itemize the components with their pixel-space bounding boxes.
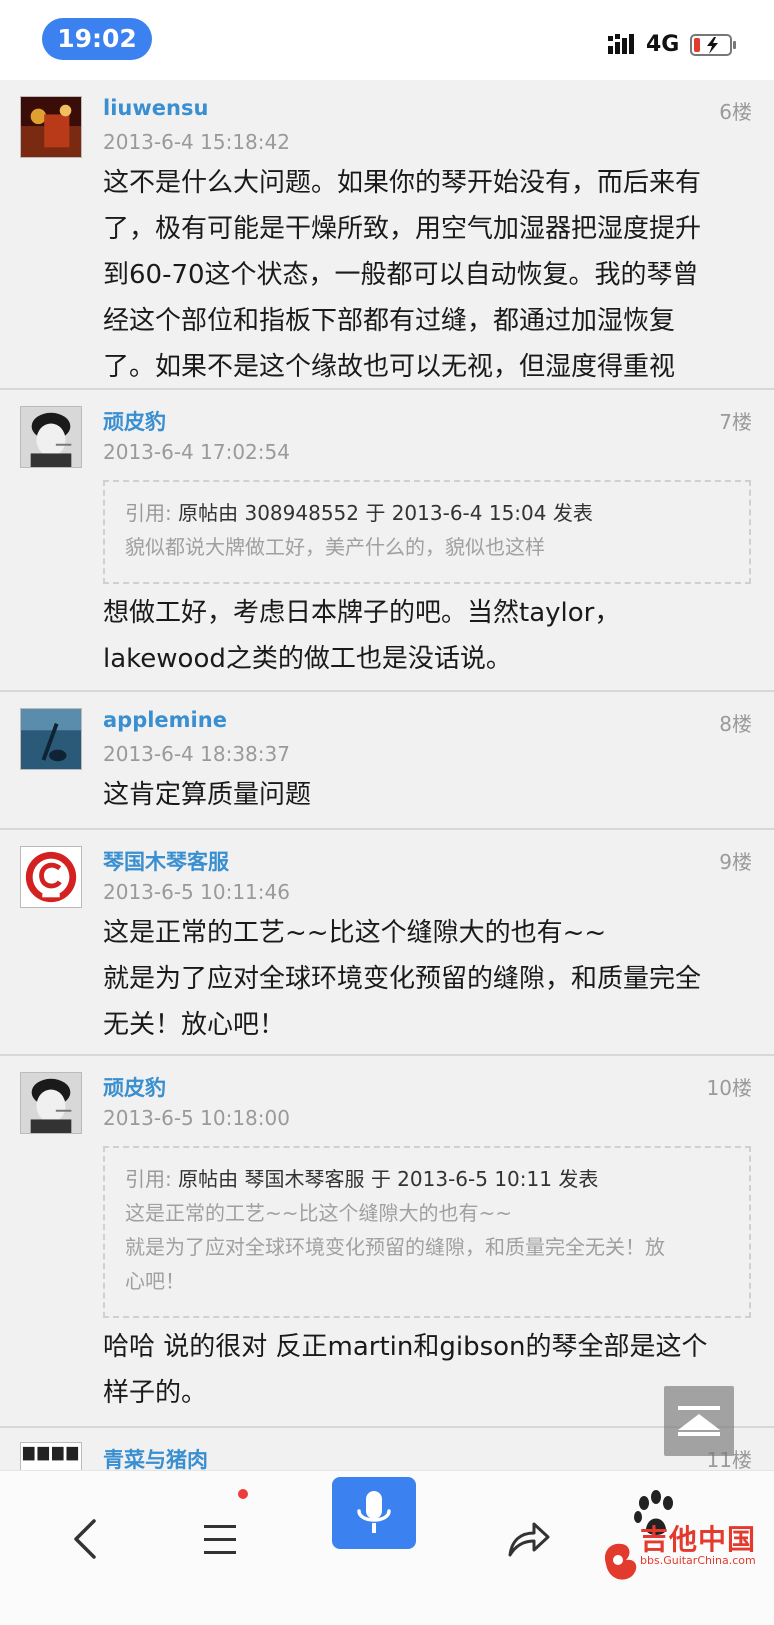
avatar[interactable] bbox=[20, 96, 82, 158]
signal-icon bbox=[608, 34, 634, 54]
quote-line: 这是正常的工艺~~比这个缝隙大的也有~~ bbox=[125, 1201, 513, 1225]
post-content: 这肯定算质量问题 bbox=[103, 772, 751, 818]
post-floor-9: 琴国木琴客服 9楼 2013-6-5 10:11:46 这是正常的工艺~~比这个… bbox=[0, 830, 774, 1056]
back-to-top-button[interactable] bbox=[664, 1386, 734, 1456]
back-arrow-icon bbox=[74, 1519, 96, 1559]
voice-input-button[interactable] bbox=[332, 1477, 416, 1549]
content-line: 这是正常的工艺~~比这个缝隙大的也有~~ bbox=[103, 918, 607, 948]
post-time: 2013-6-4 15:18:42 bbox=[103, 130, 290, 154]
content-line: 无关！放心吧！ bbox=[103, 1010, 286, 1040]
thread-list[interactable]: liuwensu 6楼 2013-6-4 15:18:42 这不是什么大问题。如… bbox=[0, 80, 774, 1520]
content-line: 这肯定算质量问题 bbox=[103, 780, 312, 810]
microphone-icon bbox=[357, 1491, 391, 1533]
quote-header: 原帖由 308948552 于 2013-6-4 15:04 发表 bbox=[178, 501, 593, 525]
content-line: 到60-70这个状态，一般都可以自动恢复。我的琴曾 bbox=[103, 260, 699, 290]
post-time: 2013-6-5 10:11:46 bbox=[103, 880, 290, 904]
post-content: 哈哈 说的很对 反正martin和gibson的琴全部是这个 样子的。 bbox=[103, 1324, 751, 1416]
network-type: 4G bbox=[646, 32, 680, 57]
avatar[interactable] bbox=[20, 406, 82, 468]
quote-block: 引用: 原帖由 琴国木琴客服 于 2013-6-5 10:11 发表 这是正常的… bbox=[103, 1146, 751, 1318]
quote-label: 引用: bbox=[125, 501, 172, 525]
notification-dot bbox=[238, 1489, 248, 1499]
avatar[interactable] bbox=[20, 846, 82, 908]
content-line: 这不是什么大问题。如果你的琴开始没有，而后来有 bbox=[103, 168, 702, 198]
username[interactable]: liuwensu bbox=[103, 96, 208, 120]
avatar[interactable] bbox=[20, 1072, 82, 1134]
menu-button[interactable] bbox=[190, 1509, 250, 1569]
floor-number: 10楼 bbox=[706, 1076, 752, 1100]
quote-label: 引用: bbox=[125, 1167, 172, 1191]
username[interactable]: 顽皮豹 bbox=[103, 406, 166, 436]
post-floor-8: applemine 8楼 2013-6-4 18:38:37 这肯定算质量问题 bbox=[0, 692, 774, 830]
content-line: 哈哈 说的很对 反正martin和gibson的琴全部是这个 bbox=[103, 1332, 708, 1362]
floor-number: 8楼 bbox=[719, 712, 752, 736]
post-time: 2013-6-5 10:18:00 bbox=[103, 1106, 290, 1130]
post-time: 2013-6-4 18:38:37 bbox=[103, 742, 290, 766]
content-line: 样子的。 bbox=[103, 1378, 208, 1408]
username[interactable]: 顽皮豹 bbox=[103, 1072, 166, 1102]
content-line: 了。如果不是这个缘故也可以无视，但湿度得重视 bbox=[103, 352, 676, 382]
content-line: 了，极有可能是干燥所致，用空气加湿器把湿度提升 bbox=[103, 214, 702, 244]
post-time: 2013-6-4 17:02:54 bbox=[103, 440, 290, 464]
content-line: 就是为了应对全球环境变化预留的缝隙，和质量完全 bbox=[103, 964, 702, 994]
share-icon bbox=[508, 1522, 550, 1557]
content-line: lakewood之类的做工也是没话说。 bbox=[103, 644, 512, 674]
battery-charging-icon bbox=[690, 34, 736, 56]
quote-line: 就是为了应对全球环境变化预留的缝隙，和质量完全无关！放 bbox=[125, 1235, 665, 1259]
status-bar: 19:02 4G bbox=[0, 0, 774, 80]
username[interactable]: applemine bbox=[103, 708, 227, 732]
post-content: 想做工好，考虑日本牌子的吧。当然taylor， lakewood之类的做工也是没… bbox=[103, 590, 751, 682]
arrow-up-icon bbox=[678, 1406, 720, 1436]
floor-number: 7楼 bbox=[719, 410, 752, 434]
floor-number: 6楼 bbox=[719, 100, 752, 124]
username[interactable]: 琴国木琴客服 bbox=[103, 846, 229, 876]
status-time: 19:02 bbox=[42, 18, 152, 60]
floor-number: 9楼 bbox=[719, 850, 752, 874]
quote-header: 原帖由 琴国木琴客服 于 2013-6-5 10:11 发表 bbox=[178, 1167, 599, 1191]
content-line: 想做工好，考虑日本牌子的吧。当然taylor， bbox=[103, 598, 621, 628]
watermark-title: 吉他中国 bbox=[640, 1523, 757, 1556]
content-line: 经这个部位和指板下部都有过缝，都通过加湿恢复 bbox=[103, 306, 676, 336]
back-button[interactable] bbox=[56, 1509, 116, 1569]
menu-icon bbox=[204, 1525, 236, 1554]
quote-block: 引用: 原帖由 308948552 于 2013-6-4 15:04 发表 貌似… bbox=[103, 480, 751, 584]
post-floor-6: liuwensu 6楼 2013-6-4 15:18:42 这不是什么大问题。如… bbox=[0, 80, 774, 390]
quote-line: 心吧！ bbox=[125, 1269, 185, 1293]
post-floor-10: 顽皮豹 10楼 2013-6-5 10:18:00 引用: 原帖由 琴国木琴客服… bbox=[0, 1056, 774, 1428]
post-content: 这不是什么大问题。如果你的琴开始没有，而后来有 了，极有可能是干燥所致，用空气加… bbox=[103, 160, 751, 390]
watermark-url: bbs.GuitarChina.com bbox=[640, 1554, 756, 1567]
share-button[interactable] bbox=[496, 1509, 556, 1569]
avatar[interactable] bbox=[20, 708, 82, 770]
post-floor-7: 顽皮豹 7楼 2013-6-4 17:02:54 引用: 原帖由 3089485… bbox=[0, 390, 774, 692]
post-content: 这是正常的工艺~~比这个缝隙大的也有~~ 就是为了应对全球环境变化预留的缝隙，和… bbox=[103, 910, 751, 1048]
quote-line: 貌似都说大牌做工好，美产什么的，貌似也这样 bbox=[125, 535, 545, 559]
